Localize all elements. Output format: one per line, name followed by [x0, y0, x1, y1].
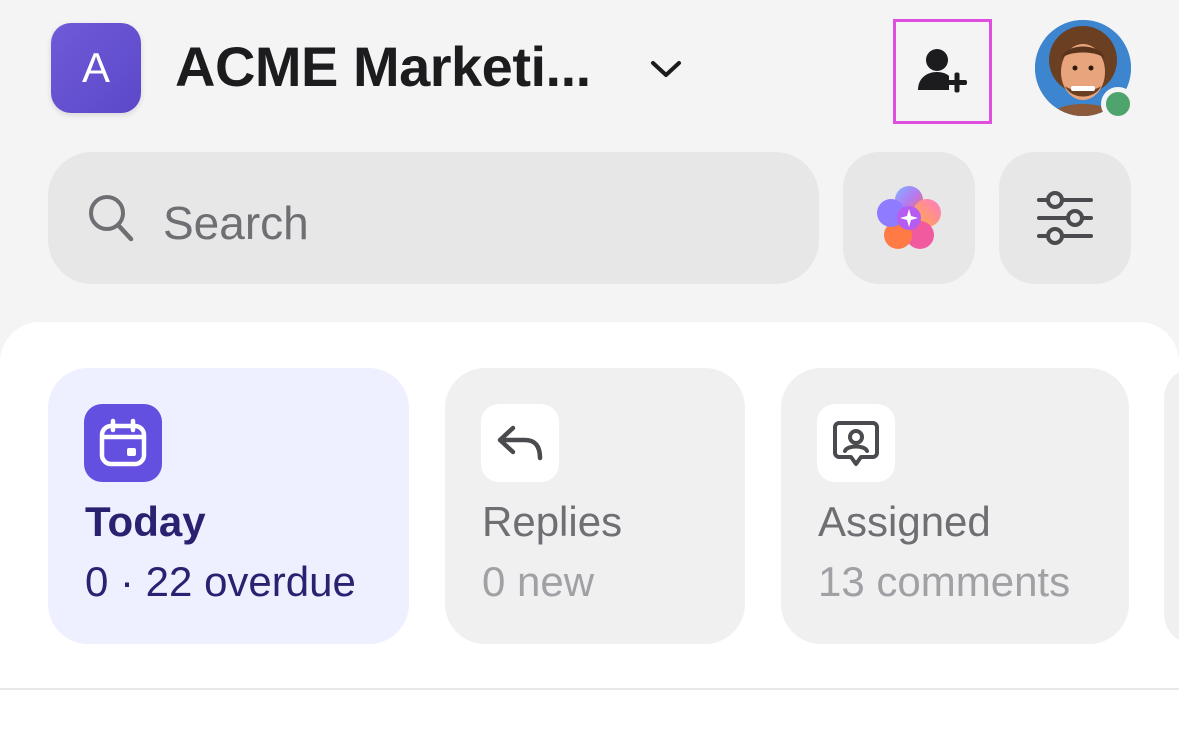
- add-user-button[interactable]: [893, 19, 992, 124]
- search-placeholder[interactable]: Search: [163, 196, 309, 250]
- card-icon-wrapper: [481, 404, 559, 482]
- card-next-peek[interactable]: [1164, 368, 1179, 644]
- reply-icon: [497, 425, 543, 461]
- calendar-icon: [99, 418, 147, 467]
- chevron-down-icon[interactable]: [646, 54, 686, 84]
- card-title: Replies: [482, 498, 623, 545]
- filter-button[interactable]: [999, 152, 1131, 284]
- card-icon-wrapper: [84, 404, 162, 482]
- card-subtitle: 13 comments: [818, 558, 1071, 605]
- top-bar: A ACME Marketi...: [0, 0, 1179, 140]
- card-assigned[interactable]: Assigned 13 comments: [781, 368, 1129, 644]
- card-today[interactable]: Today 0 · 22 overdue: [48, 368, 409, 644]
- card-subtitle: 0 · 22 overdue: [85, 558, 356, 605]
- card-title: Assigned: [818, 498, 991, 545]
- ai-sparkle-icon: [877, 186, 941, 249]
- ai-assistant-button[interactable]: [843, 152, 975, 284]
- card-icon-wrapper: [817, 404, 895, 482]
- online-status-indicator: [1101, 87, 1135, 121]
- card-subtitle: 0 new: [482, 558, 595, 605]
- workspace-name[interactable]: ACME Marketi...: [175, 34, 591, 99]
- card-title: Today: [85, 498, 206, 545]
- sliders-icon: [1037, 191, 1093, 245]
- workspace-avatar[interactable]: A: [51, 23, 141, 113]
- assigned-comment-icon: [833, 421, 879, 466]
- person-plus-icon: [917, 48, 967, 92]
- card-replies[interactable]: Replies 0 new: [445, 368, 745, 644]
- divider: [0, 688, 1179, 690]
- search-icon: [89, 195, 134, 242]
- workspace-initial: A: [81, 44, 110, 91]
